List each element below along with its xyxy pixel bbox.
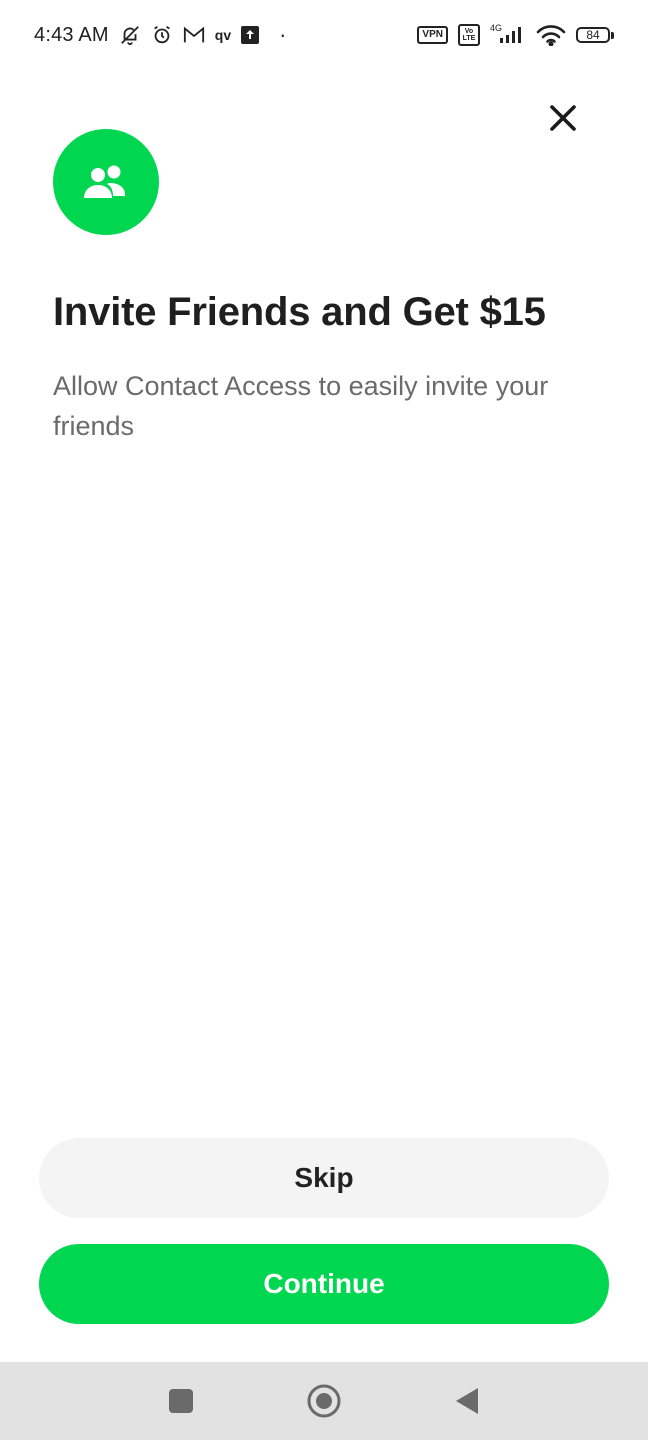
vpn-badge: VPN bbox=[417, 26, 448, 44]
wifi-icon bbox=[536, 23, 566, 47]
page-title: Invite Friends and Get $15 bbox=[53, 290, 546, 334]
alarm-icon bbox=[151, 23, 173, 47]
network-type: 4G bbox=[489, 23, 502, 33]
circle-home-icon bbox=[307, 1384, 341, 1418]
status-bar-right: VPN Vo LTE 4G 84 bbox=[417, 23, 614, 47]
notification-dot: · bbox=[279, 22, 287, 47]
back-button[interactable] bbox=[437, 1371, 497, 1431]
navigation-bar bbox=[0, 1362, 648, 1440]
home-button[interactable] bbox=[294, 1371, 354, 1431]
upload-icon bbox=[241, 23, 260, 47]
status-time: 4:43 AM bbox=[34, 23, 109, 46]
page-subtitle: Allow Contact Access to easily invite yo… bbox=[53, 371, 549, 441]
close-icon bbox=[550, 105, 576, 131]
friends-badge bbox=[53, 129, 159, 235]
qv-icon: qv bbox=[214, 27, 232, 43]
square-icon bbox=[169, 1389, 194, 1413]
people-icon bbox=[84, 165, 125, 198]
skip-button[interactable]: Skip bbox=[39, 1138, 609, 1218]
volte-badge: Vo LTE bbox=[457, 24, 480, 46]
status-bar: 4:43 AM qv · VPN Vo LTE 4G 84 bbox=[0, 0, 648, 70]
battery-icon: 84 bbox=[576, 27, 614, 43]
back-triangle-icon bbox=[455, 1388, 478, 1414]
signal-icon: 4G bbox=[490, 23, 526, 47]
bell-off-icon bbox=[119, 23, 141, 47]
continue-button[interactable]: Continue bbox=[39, 1244, 609, 1324]
close-button[interactable] bbox=[540, 95, 586, 141]
battery-level: 84 bbox=[576, 27, 610, 43]
status-bar-left: 4:43 AM qv · bbox=[34, 23, 286, 47]
recent-apps-button[interactable] bbox=[151, 1371, 211, 1431]
gmail-icon bbox=[183, 23, 205, 47]
